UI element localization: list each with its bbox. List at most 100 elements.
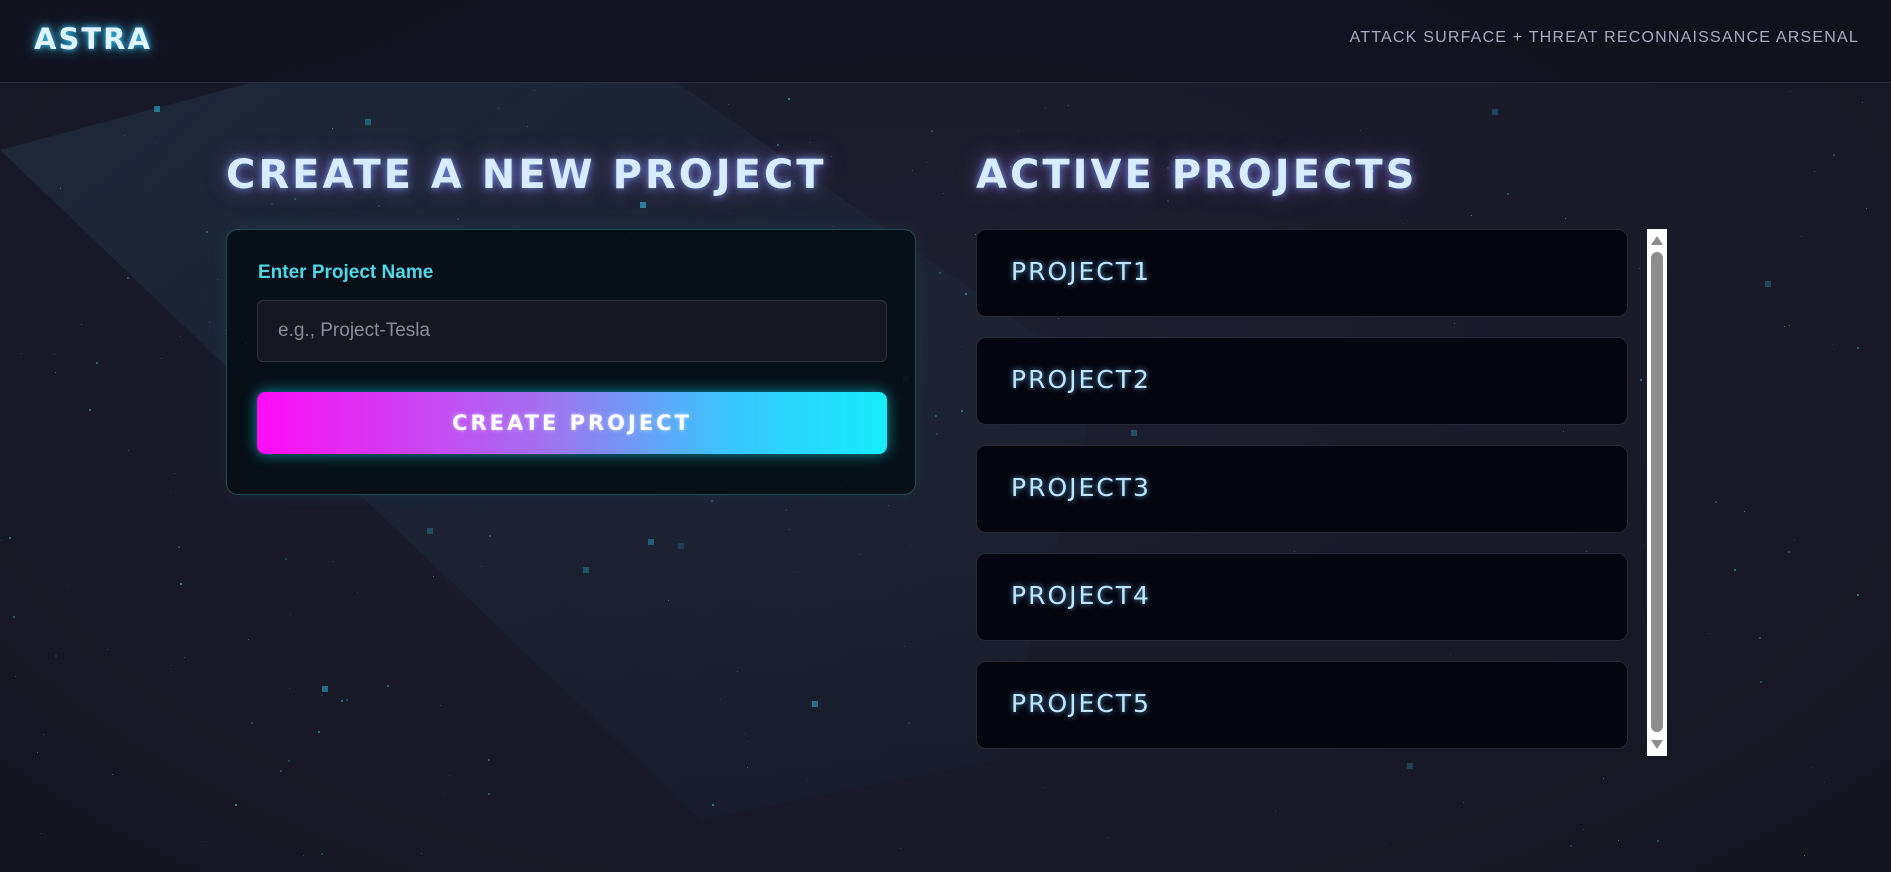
star-dot	[1734, 569, 1736, 571]
star-dot	[1565, 218, 1566, 219]
project-list-item[interactable]: PROJECT2	[976, 337, 1628, 425]
star-dot	[1759, 637, 1761, 639]
star-dot	[55, 372, 56, 373]
star-dot	[81, 324, 82, 325]
active-projects-title: ACTIVE PROJECTS	[976, 152, 1418, 198]
star-dot	[204, 841, 205, 842]
star-dot	[346, 699, 348, 701]
star-dot	[235, 804, 237, 806]
star-dot	[931, 130, 933, 132]
star-dot	[1789, 325, 1790, 326]
star-dot	[421, 853, 422, 854]
star-dot	[37, 752, 38, 753]
star-dot	[1407, 763, 1413, 769]
star-dot	[180, 583, 182, 585]
star-dot	[795, 572, 796, 573]
star-dot	[1639, 268, 1640, 269]
star-dot	[833, 226, 834, 227]
star-dot	[789, 529, 790, 530]
star-dot	[322, 686, 328, 692]
star-dot	[54, 354, 55, 355]
star-dot	[1857, 594, 1859, 596]
star-dot	[40, 833, 41, 834]
star-dot	[60, 188, 61, 189]
project-list-item[interactable]: PROJECT4	[976, 553, 1628, 641]
create-project-card: Enter Project Name CREATE PROJECT	[226, 229, 916, 495]
star-dot	[1811, 767, 1812, 768]
star-dot	[939, 272, 941, 274]
star-dot	[1709, 633, 1710, 634]
star-dot	[711, 500, 713, 502]
star-dot	[943, 193, 944, 194]
project-name-label: Enter Project Name	[258, 262, 434, 283]
star-dot	[936, 433, 938, 435]
star-dot	[174, 473, 175, 474]
star-dot	[831, 156, 832, 157]
star-dot	[55, 655, 57, 657]
star-dot	[1045, 108, 1046, 109]
star-dot	[1644, 545, 1645, 546]
star-dot	[745, 733, 746, 734]
star-dot	[1857, 347, 1859, 349]
star-dot	[810, 142, 811, 143]
star-dot	[96, 362, 98, 364]
app-tagline: ATTACK SURFACE + THREAT RECONNAISSANCE A…	[1349, 29, 1859, 46]
project-list-item[interactable]: PROJECT3	[976, 445, 1628, 533]
star-dot	[387, 685, 389, 687]
star-dot	[534, 90, 535, 91]
star-dot	[251, 722, 253, 724]
scrollbar-thumb[interactable]	[1651, 252, 1663, 732]
star-dot	[488, 759, 490, 761]
star-dot	[961, 410, 963, 412]
star-dot	[747, 767, 748, 768]
star-dot	[161, 358, 162, 359]
star-dot	[1, 540, 2, 541]
star-dot	[68, 585, 69, 586]
star-dot	[285, 558, 287, 560]
star-dot	[1801, 236, 1802, 237]
star-dot	[488, 793, 490, 795]
star-dot	[812, 701, 818, 707]
star-dot	[1790, 91, 1791, 92]
star-dot	[965, 293, 967, 295]
star-dot	[341, 700, 343, 702]
star-dot	[303, 855, 304, 856]
star-dot	[904, 646, 905, 647]
app-logo[interactable]: ASTRA	[34, 22, 152, 56]
star-dot	[271, 203, 273, 205]
project-name: PROJECT1	[1011, 257, 1151, 286]
star-dot	[910, 545, 911, 546]
star-dot	[449, 775, 450, 776]
triangle-up-icon[interactable]	[1651, 236, 1663, 245]
project-name: PROJECT3	[1011, 473, 1151, 502]
project-list-item[interactable]: PROJECT5	[976, 661, 1628, 749]
star-dot	[178, 546, 180, 548]
star-dot	[128, 450, 129, 451]
triangle-down-icon[interactable]	[1651, 740, 1663, 749]
star-dot	[1814, 171, 1815, 172]
project-name-input[interactable]	[257, 300, 887, 362]
star-dot	[668, 600, 669, 601]
create-project-title: CREATE A NEW PROJECT	[226, 152, 827, 198]
star-dot	[1640, 379, 1642, 381]
star-dot	[747, 741, 748, 742]
star-dot	[785, 509, 787, 511]
star-dot	[900, 848, 901, 849]
star-dot	[583, 567, 589, 573]
star-dot	[1108, 837, 1109, 838]
star-dot	[926, 162, 927, 163]
project-list-item[interactable]: PROJECT1	[976, 229, 1628, 317]
star-dot	[1043, 787, 1044, 788]
star-dot	[1618, 840, 1619, 841]
star-dot	[806, 779, 807, 780]
project-name: PROJECT5	[1011, 689, 1151, 718]
star-dot	[678, 543, 684, 549]
star-dot	[640, 202, 646, 208]
projects-scrollbar[interactable]	[1647, 229, 1667, 756]
star-dot	[170, 492, 171, 493]
star-dot	[248, 639, 249, 640]
star-dot	[13, 616, 15, 618]
star-dot	[908, 722, 910, 724]
star-dot	[648, 539, 654, 545]
create-project-button[interactable]: CREATE PROJECT	[257, 392, 887, 454]
